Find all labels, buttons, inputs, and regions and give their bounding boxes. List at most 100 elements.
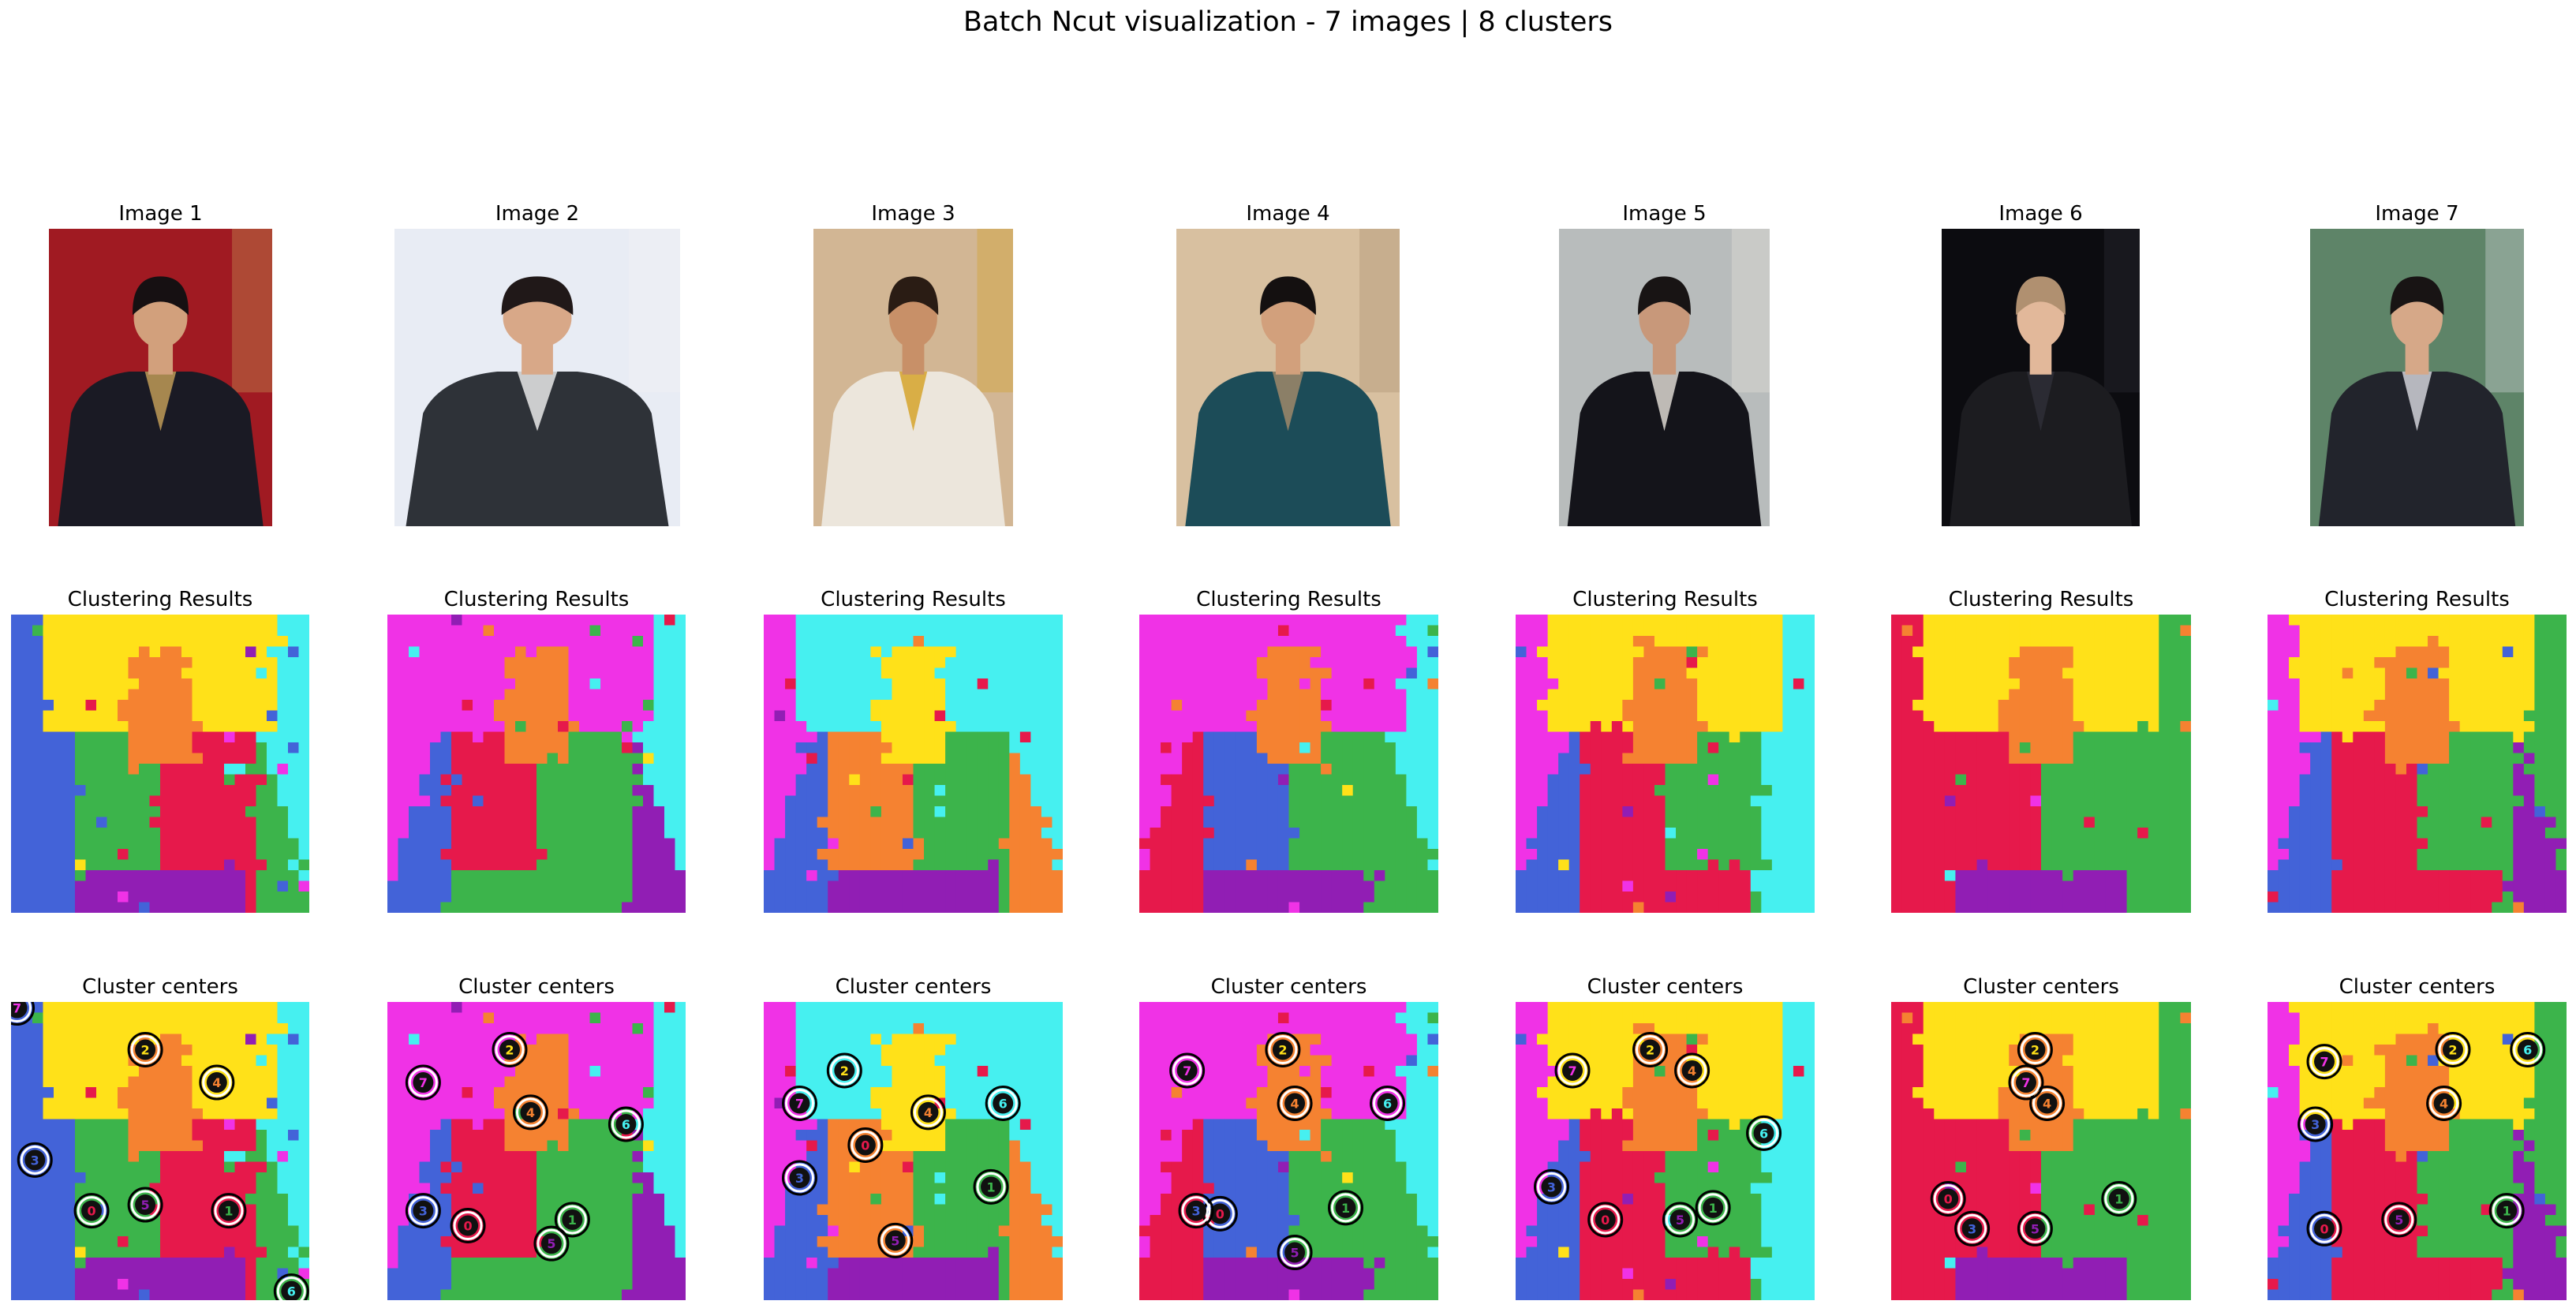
- cluster-cell: [1203, 806, 1215, 818]
- cluster-cell: [2116, 795, 2128, 807]
- cluster-cell: [430, 828, 442, 839]
- cluster-cell: [1277, 902, 1290, 913]
- cluster-cell: [1041, 753, 1053, 764]
- cluster-cell: [298, 806, 309, 818]
- cluster-cell: [1139, 806, 1151, 818]
- cluster-cell: [643, 615, 655, 626]
- cluster-cell: [1537, 774, 1549, 786]
- cluster-cell: [945, 615, 957, 626]
- cluster-cell: [568, 678, 580, 690]
- cluster-cell: [643, 870, 655, 882]
- cluster-cell: [1601, 678, 1613, 690]
- cluster-cell: [451, 849, 463, 861]
- cluster-cell: [21, 667, 33, 679]
- cluster-cell: [192, 785, 204, 797]
- cluster-cell: [298, 678, 309, 690]
- cluster-cell: [1516, 721, 1527, 733]
- cluster-cell: [96, 700, 108, 712]
- cluster-cell: [1310, 615, 1322, 626]
- cluster-cell: [1761, 657, 1773, 669]
- cluster-cell: [298, 849, 309, 861]
- cluster-cell: [1041, 859, 1053, 871]
- cluster-cell: [1161, 636, 1172, 648]
- cluster-cell: [1161, 689, 1172, 701]
- cluster-cell: [1288, 646, 1300, 658]
- cluster-cell: [504, 795, 516, 807]
- cluster-cell: [525, 764, 537, 776]
- cluster-cell: [1516, 710, 1527, 722]
- cluster-cell: [2126, 721, 2138, 733]
- cluster-cell: [1374, 678, 1385, 690]
- cluster-cell: [1321, 731, 1333, 743]
- cluster-cell: [256, 700, 267, 712]
- cluster-cell: [1782, 880, 1794, 892]
- cluster-cell: [2513, 636, 2525, 648]
- cluster-cell: [2310, 636, 2322, 648]
- cluster-cell: [2084, 615, 2096, 626]
- cluster-cell: [1558, 838, 1570, 850]
- cluster-cell: [1804, 774, 1815, 786]
- cluster-cell: [632, 849, 644, 861]
- cluster-cell: [245, 838, 257, 850]
- cluster-cell: [547, 785, 559, 797]
- cluster-cell: [387, 795, 399, 807]
- cluster-cell: [43, 731, 54, 743]
- cluster-cell: [245, 689, 257, 701]
- photo-background-detail: [2103, 229, 2140, 393]
- cluster-cell: [224, 636, 236, 648]
- cluster-cell: [537, 891, 548, 903]
- cluster-cell: [817, 795, 828, 807]
- cluster-cell: [1406, 615, 1418, 626]
- cluster-cell: [288, 859, 300, 871]
- cluster-cell: [107, 646, 118, 658]
- cluster-cell: [473, 774, 484, 786]
- cluster-cell: [774, 795, 786, 807]
- cluster-cell: [1901, 710, 1913, 722]
- cluster-cell: [1171, 828, 1183, 839]
- cluster-cell: [1516, 817, 1527, 828]
- cluster-cell: [2299, 615, 2311, 626]
- cluster-cell: [643, 774, 655, 786]
- cluster-cell: [892, 689, 903, 701]
- cluster-cell: [1352, 753, 1364, 764]
- cluster-cell: [149, 657, 161, 669]
- cluster-cell: [245, 859, 257, 871]
- cluster-cell: [2062, 657, 2074, 669]
- cluster-cell: [203, 657, 215, 669]
- cluster-cell: [1161, 902, 1172, 913]
- cluster-cell: [234, 636, 246, 648]
- cluster-cell: [1729, 625, 1740, 637]
- cluster-cell: [2084, 689, 2096, 701]
- cluster-cell: [181, 880, 193, 892]
- cluster-cell: [1955, 721, 1967, 733]
- cluster-cell: [838, 795, 850, 807]
- cluster-cell: [2180, 785, 2191, 797]
- cluster-cell: [1267, 700, 1279, 712]
- cluster-cell: [288, 700, 300, 712]
- cluster-cell: [409, 721, 421, 733]
- cluster-cell: [1611, 774, 1623, 786]
- cluster-cell: [2363, 615, 2375, 626]
- cluster-cell: [643, 828, 655, 839]
- cluster-cell: [675, 636, 686, 648]
- cluster-cell: [589, 721, 601, 733]
- cluster-cell: [849, 859, 861, 871]
- cluster-cell: [504, 615, 516, 626]
- cluster-cell: [1966, 678, 1978, 690]
- cluster-cell: [409, 657, 421, 669]
- cluster-cell: [600, 710, 612, 722]
- cluster-cell: [1537, 828, 1549, 839]
- cluster-cell: [568, 838, 580, 850]
- cluster-cell: [1622, 828, 1634, 839]
- cluster-cell: [1416, 880, 1429, 892]
- cluster-cell: [451, 870, 463, 882]
- cluster-cell: [118, 785, 129, 797]
- cluster-cell: [1676, 859, 1688, 871]
- cluster-cell: [181, 657, 193, 669]
- cluster-cell: [387, 785, 399, 797]
- cluster-cell: [1150, 870, 1161, 882]
- cluster-cell: [1750, 828, 1762, 839]
- cluster-cell: [675, 859, 686, 871]
- cluster-cell: [1526, 880, 1538, 892]
- cluster-cell: [1161, 678, 1172, 690]
